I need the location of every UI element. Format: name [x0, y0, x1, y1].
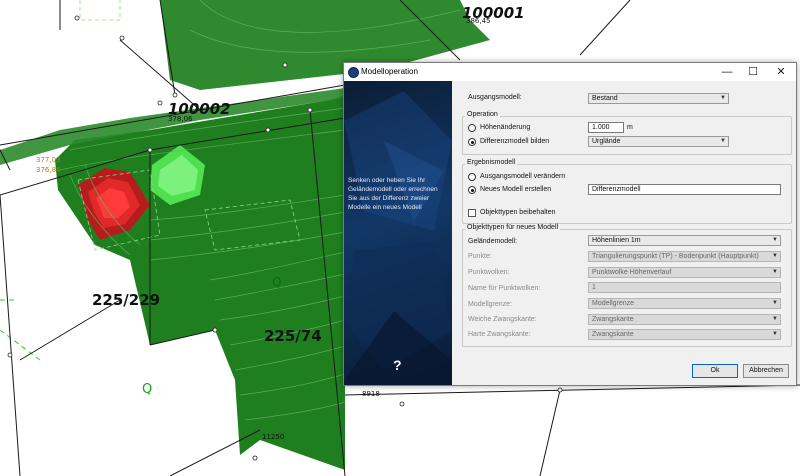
objekttypen-beibehalten-checkbox[interactable] [468, 209, 476, 217]
ausgangsmodell-label: Ausgangsmodell: [468, 94, 522, 101]
harte-zwangskante-value: Zwangskante [592, 331, 634, 338]
minimize-icon[interactable]: — [714, 65, 740, 79]
punkte-select[interactable]: Triangulierungspunkt (TP) - Bodenpunkt (… [588, 251, 781, 262]
neues-modell-label: Neues Modell erstellen [480, 186, 552, 193]
modellgrenze-label: Modellgrenze: [468, 301, 512, 308]
ergebnismodell-group-title: Ergebnismodell [465, 159, 518, 166]
chevron-down-icon: ▼ [772, 331, 778, 337]
chevron-down-icon: ▼ [772, 253, 778, 259]
neues-modell-radio[interactable] [468, 186, 476, 194]
map-symbol-q-dark: Q [272, 275, 282, 289]
info-side-panel: Senken oder heben Sie Ihr Geländemodell … [344, 81, 452, 385]
name-punktwolken-input[interactable]: 1 [588, 282, 781, 293]
help-icon[interactable]: ? [393, 357, 402, 373]
differenzmodell-value: Urglände [592, 138, 621, 145]
punktwolken-value: Punktwolke Höhenverlauf [592, 269, 672, 276]
cancel-button[interactable]: Abbrechen [743, 364, 789, 378]
modellgrenze-value: Modellgrenze [592, 300, 635, 307]
side-panel-description: Senken oder heben Sie Ihr Geländemodell … [348, 177, 438, 211]
ausgangsmodell-select[interactable]: Bestand ▼ [588, 93, 729, 104]
gelaendemodell-value: Höhenlinien 1m [592, 237, 641, 244]
side-panel-graphic [344, 91, 452, 385]
ausgangsmodell-veraendern-label: Ausgangsmodell verändern [480, 173, 566, 180]
ausgangsmodell-veraendern-radio[interactable] [468, 173, 476, 181]
harte-zwangskante-select[interactable]: Zwangskante ▼ [588, 329, 781, 340]
differenzmodell-radio[interactable] [468, 138, 476, 146]
dialog-titlebar[interactable]: Modelloperation — ☐ ✕ [344, 63, 796, 81]
chevron-down-icon: ▼ [772, 300, 778, 306]
dialog-title: Modelloperation [361, 67, 418, 76]
maximize-icon[interactable]: ☐ [740, 65, 766, 79]
chevron-down-icon: ▼ [720, 138, 726, 144]
point-label-8918: 8918 [362, 390, 380, 398]
gelaendemodell-select[interactable]: Höhenlinien 1m ▼ [588, 235, 781, 246]
chevron-down-icon: ▼ [772, 316, 778, 322]
punktwolken-label: Punktwolken: [468, 269, 510, 276]
elevation-label-386: 386,45 [466, 17, 491, 25]
point-label-11250: 11250 [262, 433, 285, 441]
elevation-label-378: 378,06 [168, 115, 193, 123]
hoehenaenderung-label: Höhenänderung [480, 124, 531, 131]
neues-modell-name-input[interactable]: Differenzmodell [588, 184, 781, 195]
differenzmodell-select[interactable]: Urglände ▼ [588, 136, 729, 147]
modelloperation-dialog: Modelloperation — ☐ ✕ Senken oder heben … [343, 62, 797, 386]
hoehenaenderung-input[interactable]: 1.000 [588, 122, 624, 133]
hoehenaenderung-radio[interactable] [468, 124, 476, 132]
punkte-label: Punkte: [468, 253, 492, 260]
modellgrenze-select[interactable]: Modellgrenze ▼ [588, 298, 781, 309]
weiche-zwangskante-label: Weiche Zwangskante: [468, 316, 537, 323]
punkte-value: Triangulierungspunkt (TP) - Bodenpunkt (… [592, 253, 759, 260]
chevron-down-icon: ▼ [720, 95, 726, 101]
objekttypen-beibehalten-label: Objekttypen beibehalten [480, 209, 556, 216]
terrain-region-main [55, 95, 345, 470]
elevation-label-orange-2: 376,84 [36, 166, 61, 174]
ok-button[interactable]: Ok [692, 364, 738, 378]
elevation-label-orange-1: 377,03 [36, 156, 61, 164]
harte-zwangskante-label: Harte Zwangskante: [468, 331, 531, 338]
close-icon[interactable]: ✕ [768, 65, 794, 79]
app-icon [348, 67, 359, 78]
operation-group-title: Operation [465, 111, 500, 118]
ausgangsmodell-value: Bestand [592, 95, 618, 102]
chevron-down-icon: ▼ [772, 269, 778, 275]
differenzmodell-label: Differenzmodell bilden [480, 138, 550, 145]
hoehenaenderung-unit: m [627, 124, 633, 131]
weiche-zwangskante-select[interactable]: Zwangskante ▼ [588, 314, 781, 325]
punktwolken-select[interactable]: Punktwolke Höhenverlauf ▼ [588, 267, 781, 278]
gelaendemodell-label: Geländemodell: [468, 238, 518, 245]
chevron-down-icon: ▼ [772, 237, 778, 243]
name-punktwolken-label: Name für Punktwolken: [468, 285, 541, 292]
parcel-label-225-229: 225/229 [92, 291, 161, 309]
parcel-label-225-74: 225/74 [264, 327, 322, 345]
map-symbol-q-left: Q [142, 382, 153, 397]
weiche-zwangskante-value: Zwangskante [592, 316, 634, 323]
objekttypen-group-title: Objekttypen für neues Modell [465, 224, 561, 231]
